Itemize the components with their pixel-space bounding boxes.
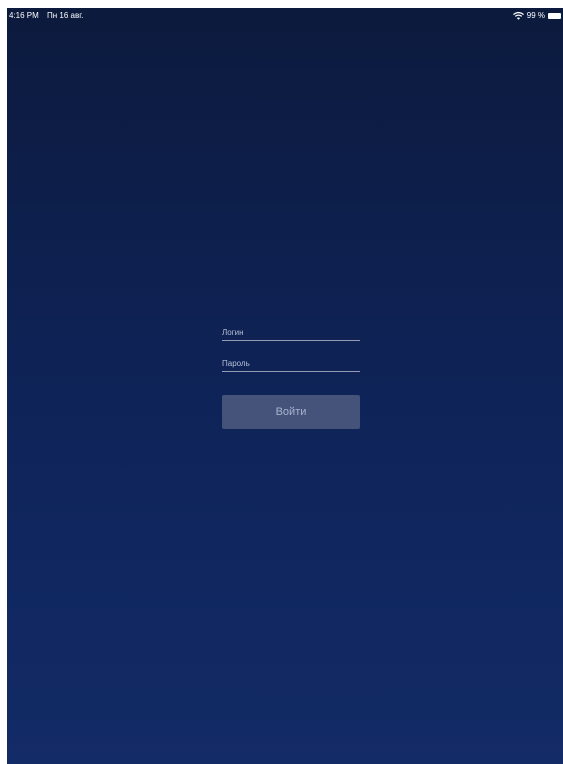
password-field [222, 355, 360, 372]
status-date: Пн 16 авг. [47, 11, 84, 20]
login-button[interactable]: Войти [222, 395, 360, 429]
login-screen: 4:16 PM Пн 16 авг. 99 % Войти [7, 8, 563, 764]
login-form: Войти [222, 324, 360, 429]
login-field [222, 324, 360, 341]
password-input[interactable] [222, 355, 360, 371]
battery-percent: 99 % [526, 11, 545, 20]
status-right: 99 % [512, 8, 561, 24]
wifi-icon [512, 12, 524, 20]
status-bar: 4:16 PM Пн 16 авг. 99 % [7, 8, 563, 24]
login-input[interactable] [222, 324, 360, 340]
status-left: 4:16 PM Пн 16 авг. [9, 8, 89, 24]
status-time: 4:16 PM [9, 11, 39, 20]
battery-icon [548, 13, 561, 19]
